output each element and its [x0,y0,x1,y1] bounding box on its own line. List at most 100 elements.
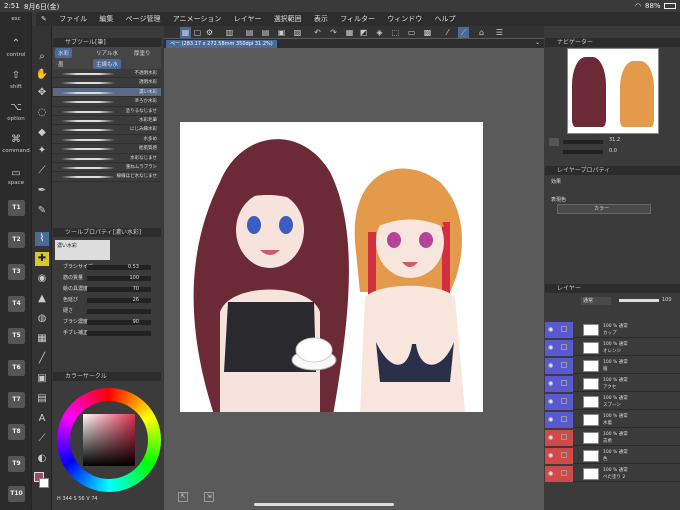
t9-button[interactable]: T9 [8,456,25,472]
blend-mode-select[interactable]: 通常 [581,297,611,305]
frame-tool-icon[interactable]: ▣ [35,372,49,386]
lock-icon[interactable] [561,416,567,422]
brush-item[interactable]: 塗りるなじませ [53,107,161,116]
export-icon[interactable]: ▨ [292,27,303,38]
zoom-slider-icon[interactable] [549,138,559,146]
property-slider[interactable] [87,276,151,281]
3d-icon[interactable]: ⌂ [476,27,487,38]
lock-icon[interactable] [561,470,567,476]
t7-button[interactable]: T7 [8,392,25,408]
deselect-icon[interactable]: ▭ [406,27,417,38]
saturation-value-square[interactable] [83,414,135,466]
clear-icon[interactable]: ▦ [344,27,355,38]
eye-icon[interactable]: ◉ [548,398,555,405]
menu-view[interactable]: 表示 [309,12,333,26]
lasso-tool-icon[interactable]: ◌ [35,106,49,120]
menu-file[interactable]: ファイル [54,12,92,26]
fill-selection-icon[interactable]: ◩ [358,27,369,38]
zoom-tool-icon[interactable]: ⌕ [35,50,49,64]
layer-row[interactable]: ◉ 100 % 通常服 [545,358,680,374]
t4-button[interactable]: T4 [8,296,25,312]
brush-item[interactable]: 重ねムラブラシ [53,163,161,173]
property-slider[interactable] [87,287,151,292]
menu-window[interactable]: ウィンドウ [382,12,427,26]
layer-row[interactable]: ◉ 100 % 通常 水着 [545,412,680,428]
menu-layer[interactable]: レイヤー [229,12,267,26]
figure-tool-icon[interactable]: ╱ [35,352,49,366]
eye-icon[interactable]: ◉ [548,380,555,387]
esc-key[interactable]: esc [0,16,32,22]
t6-button[interactable]: T6 [8,360,25,376]
layer-row[interactable]: ◉ 100 % 通常 べた塗り 2 [545,466,680,482]
tab-lineart-water[interactable]: 主線も水 [93,59,122,69]
eye-icon[interactable]: ◉ [548,326,555,333]
zoom-slider[interactable] [563,140,603,144]
space-key[interactable]: space [0,180,32,186]
layer-row[interactable]: ◉ 100 % 通常 オレンジ [545,340,680,356]
canvas-option-icon[interactable]: ⇱ [178,492,188,502]
brush-item[interactable]: にじみ縁水彩 [53,125,161,135]
tab-menu-icon[interactable]: ⌄ [535,39,540,46]
expression-color-select[interactable]: カラー [557,204,651,214]
eye-icon[interactable]: ◉ [548,344,555,351]
doc-icon[interactable]: ▤ [244,27,255,38]
layer-row[interactable]: ◉ 100 % 通常 アクセ [545,376,680,392]
lock-icon[interactable] [561,398,567,404]
property-slider[interactable] [87,298,151,303]
brush-item[interactable]: 透明水彩 [53,78,161,88]
hue-ring[interactable] [57,388,161,492]
brush-item[interactable]: 水多め [53,135,161,145]
eraser-tool-icon[interactable]: ◆ [35,126,49,140]
brush-item[interactable]: 濃い水彩 [53,87,161,98]
redo-icon[interactable]: ↷ [328,27,339,38]
eye-icon[interactable]: ◉ [548,434,555,441]
t3-button[interactable]: T3 [8,264,25,280]
lock-icon[interactable] [561,380,567,386]
invert-icon[interactable]: ▩ [422,27,433,38]
t8-button[interactable]: T8 [8,424,25,440]
open-icon[interactable]: ▤ [260,27,271,38]
save-icon[interactable]: ▣ [276,27,287,38]
artwork-canvas[interactable] [180,122,483,412]
blend-tool-icon[interactable]: ◍ [35,312,49,326]
tab-watercolor[interactable]: 水彩 [55,48,73,58]
move-tool-icon[interactable]: ✥ [35,86,49,100]
layer-row[interactable]: ◉ 100 % 通常 カップ [545,322,680,338]
property-slider[interactable] [87,265,151,270]
command-key[interactable]: command [0,148,32,154]
balloon-tool-icon[interactable]: ⟋ [35,432,49,446]
eye-icon[interactable]: ◉ [548,452,555,459]
lock-icon[interactable] [561,434,567,440]
opacity-slider[interactable] [619,299,659,302]
tab-real-watercolor[interactable]: リアル水 [93,48,121,58]
menu-filter[interactable]: フィルター [335,12,380,26]
property-slider[interactable] [87,331,151,336]
text-tool-icon[interactable]: A [35,412,49,426]
brush-tool-icon[interactable]: ⌇ [35,232,49,246]
ruler-tool-icon[interactable]: ▤ [35,392,49,406]
menu-edit[interactable]: 編集 [94,12,118,26]
t1-button[interactable]: T1 [8,200,25,216]
t10-button[interactable]: T10 [8,486,25,502]
eyedropper-icon[interactable]: ⟋ [35,164,49,178]
snap-ruler-icon[interactable]: ⟋ [458,27,469,38]
canvas-view-icon[interactable]: ▦ [180,27,191,38]
decoration-tool-icon[interactable]: ✚ [35,252,49,266]
tab-ink[interactable]: 墨 [55,59,67,69]
rotate-slider[interactable] [563,150,603,154]
fill-tool-icon[interactable]: ▲ [35,292,49,306]
eye-icon[interactable]: ◉ [548,470,555,477]
eye-icon[interactable]: ◉ [548,362,555,369]
canvas-option-icon-2[interactable]: ⇲ [204,492,214,502]
settings-icon[interactable]: ⚙ [204,27,215,38]
lock-icon[interactable] [561,452,567,458]
lock-icon[interactable] [561,326,567,332]
snap-icon[interactable]: ⁄ [442,27,453,38]
menu-selection[interactable]: 選択範囲 [269,12,307,26]
sub-color-swatch[interactable] [39,478,49,488]
brush-item[interactable]: 絵肌質感 [53,144,161,154]
shift-key[interactable]: shift [0,84,32,90]
pencil-tool-icon[interactable]: ✎ [35,204,49,218]
t2-button[interactable]: T2 [8,232,25,248]
option-key[interactable]: option [0,116,32,122]
